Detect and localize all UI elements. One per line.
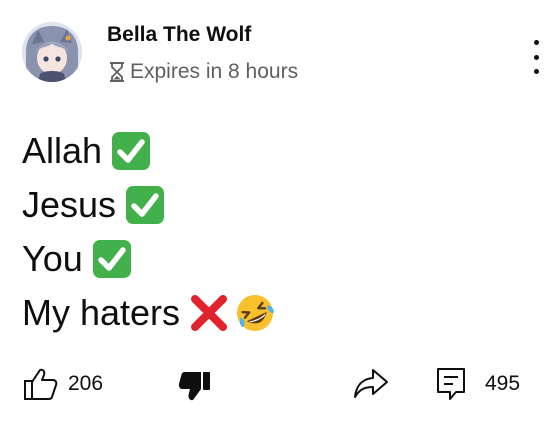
post-line-text: My haters — [22, 292, 181, 333]
comment-icon — [437, 368, 465, 400]
expires-info: Expires in 8 hours — [108, 60, 298, 84]
post-content: Allah Jesus You My haters — [22, 124, 276, 340]
author-name[interactable]: Bella The Wolf — [107, 23, 251, 47]
check-mark-emoji — [125, 185, 165, 225]
like-button[interactable]: 206 — [22, 367, 103, 401]
expires-text: Expires in 8 hours — [130, 60, 299, 83]
check-mark-emoji — [111, 131, 151, 171]
hourglass-icon — [110, 62, 124, 82]
like-count: 206 — [68, 372, 104, 395]
post-line: Jesus — [22, 178, 276, 232]
comment-count: 495 — [485, 372, 521, 395]
action-bar: 206 495 — [0, 360, 560, 410]
share-button[interactable] — [353, 367, 389, 399]
post-line-text: You — [22, 238, 83, 279]
laughing-emoji — [234, 292, 276, 334]
more-vertical-icon[interactable] — [526, 40, 546, 74]
post-line-text: Jesus — [22, 184, 117, 225]
thumbs-down-icon — [178, 372, 210, 401]
dislike-button[interactable] — [178, 370, 212, 402]
avatar[interactable] — [22, 22, 82, 82]
post-line: Allah — [22, 124, 276, 178]
comment-button[interactable]: 495 — [436, 367, 520, 401]
post-line-text: Allah — [22, 130, 103, 171]
cross-mark-emoji — [189, 293, 229, 333]
check-mark-emoji — [92, 239, 132, 279]
thumbs-up-icon — [24, 368, 58, 400]
share-icon — [354, 369, 388, 398]
post-line: You — [22, 232, 276, 286]
post-line: My haters — [22, 286, 276, 340]
